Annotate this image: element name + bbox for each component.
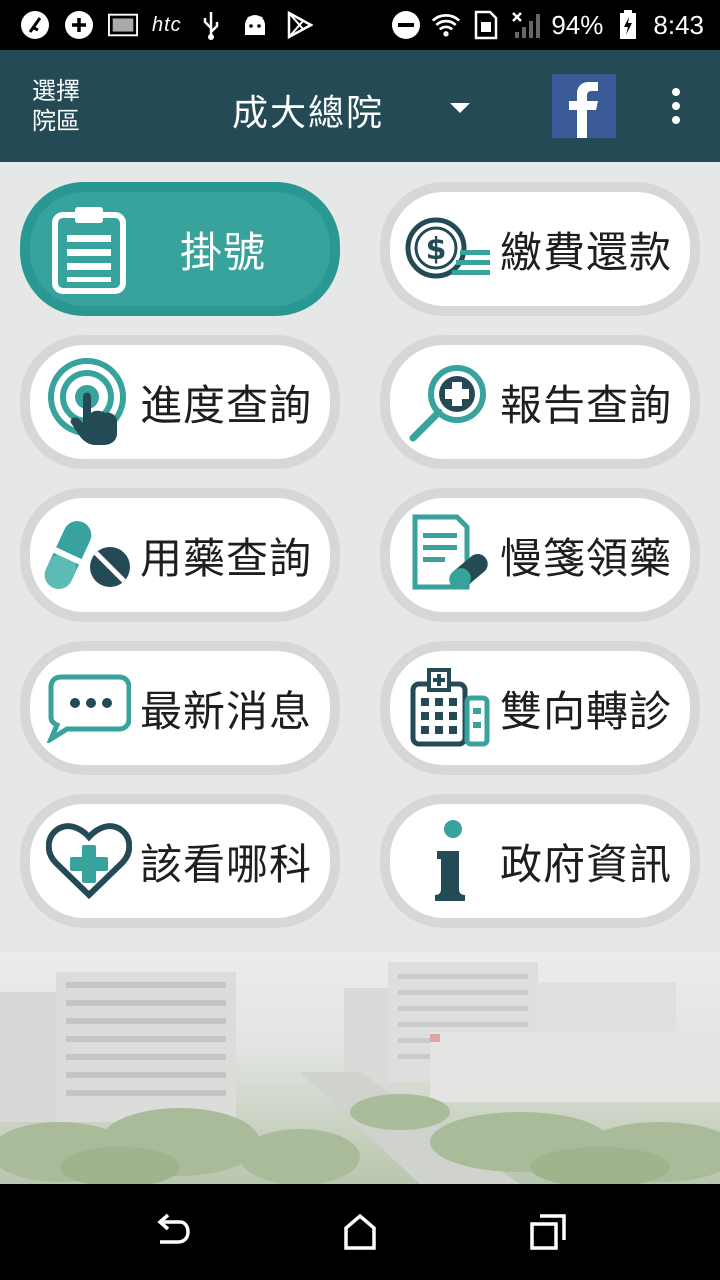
dropdown-arrow-icon[interactable]	[448, 100, 472, 119]
menu-medication-query[interactable]: 用藥查詢	[20, 488, 340, 622]
more-options-icon[interactable]	[664, 86, 688, 126]
clipboard-icon	[42, 202, 136, 296]
menu-label: 用藥查詢	[140, 533, 313, 583]
menu-progress-query[interactable]: 進度查詢	[20, 335, 340, 469]
magnifier-plus-icon	[402, 355, 496, 449]
usb-icon	[196, 10, 226, 40]
menu-label: 最新消息	[140, 686, 313, 736]
menu-label: 該看哪科	[140, 839, 313, 889]
battery-charging-icon	[613, 10, 643, 40]
menu-registration[interactable]: 掛號	[20, 182, 340, 316]
hospital-icon	[402, 661, 496, 755]
menu-label: 報告查詢	[500, 380, 673, 430]
app-bar: 選擇 院區 成大總院	[0, 50, 720, 162]
menu-referral[interactable]: 雙向轉診	[380, 641, 700, 775]
add-circle-icon	[64, 10, 94, 40]
menu-latest-news[interactable]: 最新消息	[20, 641, 340, 775]
heart-cross-icon	[42, 814, 136, 908]
menu-label: 慢箋領藥	[500, 533, 673, 583]
navigation-bar	[0, 1184, 720, 1280]
menu-report-query[interactable]: 報告查詢	[380, 335, 700, 469]
menu-payment[interactable]: $ 繳費還款	[380, 182, 700, 316]
signal-icon	[511, 10, 541, 40]
menu-label: 進度查詢	[140, 380, 313, 430]
carrier-logo: htc	[152, 13, 182, 36]
music-note-icon	[20, 10, 50, 40]
menu-grid: 掛號 $ 繳費還款 進度查詢 報告查詢 用藥查詢 慢箋領藥 最新消息 雙向轉診 …	[0, 162, 720, 952]
facebook-button[interactable]	[552, 74, 616, 138]
menu-label: 繳費還款	[500, 227, 673, 277]
prescription-icon	[402, 508, 496, 602]
pill-icon	[42, 508, 136, 602]
image-icon	[108, 10, 138, 40]
menu-government-info[interactable]: 政府資訊	[380, 794, 700, 928]
minus-circle-icon	[391, 10, 421, 40]
svg-text:$: $	[426, 232, 447, 267]
chat-icon	[42, 661, 136, 755]
android-icon	[240, 10, 270, 40]
menu-label: 掛號	[180, 227, 267, 277]
touch-icon	[42, 355, 136, 449]
hospital-selector[interactable]: 成大總院	[232, 84, 384, 136]
back-icon[interactable]	[152, 1212, 192, 1252]
menu-chronic-prescription[interactable]: 慢箋領藥	[380, 488, 700, 622]
battery-level: 94%	[551, 9, 604, 40]
select-branch-label[interactable]: 選擇 院區	[32, 76, 92, 136]
home-icon[interactable]	[340, 1212, 380, 1252]
payment-icon: $	[402, 202, 496, 296]
clock: 8:43	[653, 9, 704, 40]
info-icon	[402, 814, 496, 908]
status-bar: htc 94% 8:43	[0, 0, 720, 50]
menu-label: 政府資訊	[500, 839, 673, 889]
wifi-icon	[431, 10, 461, 40]
sim-icon	[471, 10, 501, 40]
hospital-photo	[0, 952, 720, 1184]
menu-label: 雙向轉診	[500, 686, 673, 736]
play-store-icon	[284, 10, 314, 40]
facebook-icon	[569, 82, 598, 138]
recent-apps-icon[interactable]	[528, 1212, 568, 1252]
menu-which-department[interactable]: 該看哪科	[20, 794, 340, 928]
